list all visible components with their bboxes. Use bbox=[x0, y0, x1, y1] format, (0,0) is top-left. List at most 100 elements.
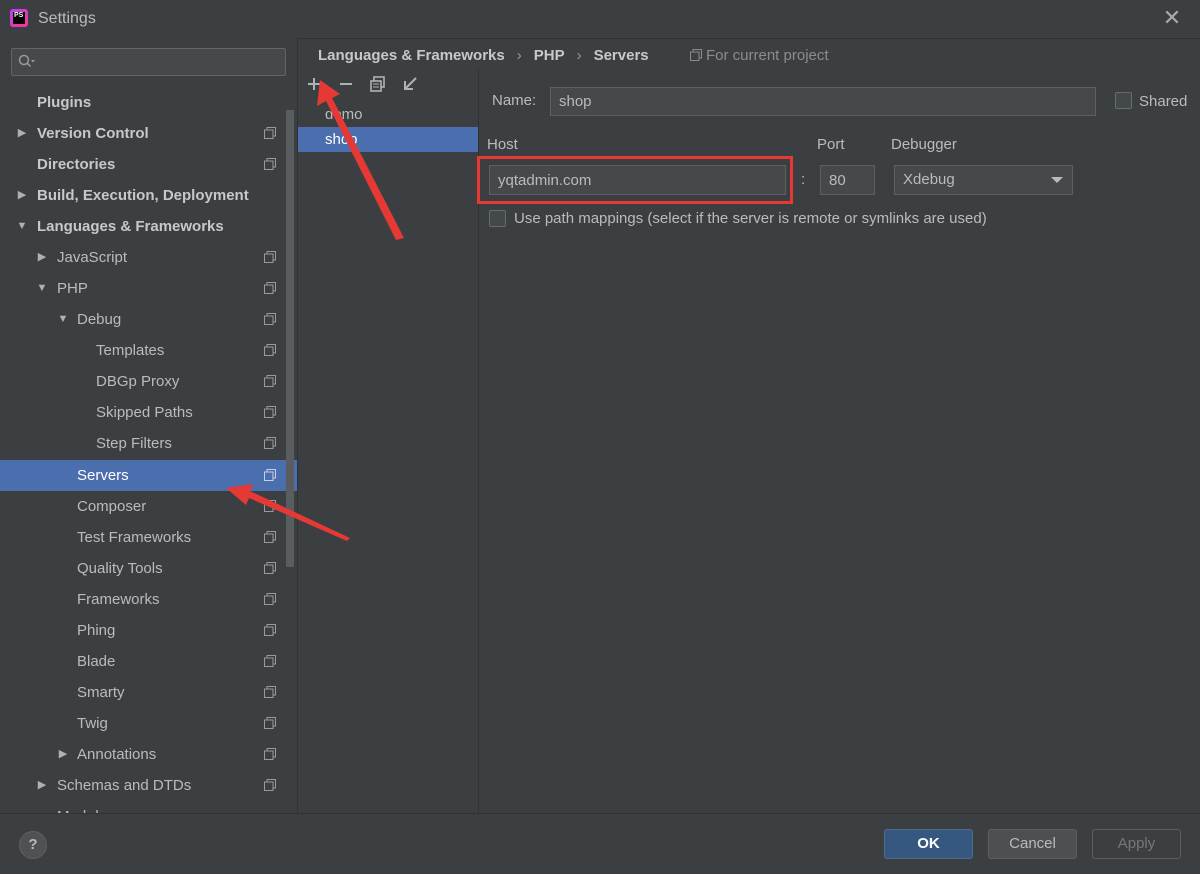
scope-text: For current project bbox=[706, 47, 829, 64]
port-label: Port bbox=[817, 136, 845, 153]
tree-item-label: Schemas and DTDs bbox=[57, 777, 192, 794]
breadcrumb-servers: Servers bbox=[593, 47, 649, 64]
tree-item-phing[interactable]: Phing bbox=[0, 615, 286, 646]
app-icon-text: PS bbox=[13, 12, 25, 24]
remove-icon[interactable] bbox=[335, 73, 357, 95]
tree-item-languages-frameworks[interactable]: ▼ Languages & Frameworks bbox=[0, 211, 286, 242]
tree-item-build-execution-deployment[interactable]: ▶ Build, Execution, Deployment bbox=[0, 180, 286, 211]
project-scope-icon bbox=[264, 624, 276, 636]
tree-item-label: Skipped Paths bbox=[96, 404, 193, 421]
tree-item-label: Blade bbox=[77, 653, 116, 670]
project-scope-icon bbox=[690, 49, 702, 61]
tree-item-quality-tools[interactable]: Quality Tools bbox=[0, 553, 286, 584]
path-mappings-label[interactable]: Use path mappings (select if the server … bbox=[514, 210, 987, 227]
breadcrumb-separator: › bbox=[576, 47, 582, 64]
tree-item-frameworks[interactable]: Frameworks bbox=[0, 584, 286, 615]
tree-scrollbar[interactable] bbox=[286, 110, 294, 567]
ok-button[interactable]: OK bbox=[884, 829, 973, 859]
host-port-separator: : bbox=[801, 171, 806, 188]
expand-arrow-icon[interactable]: ▶ bbox=[35, 242, 49, 273]
import-icon[interactable] bbox=[399, 73, 421, 95]
project-scope-icon bbox=[264, 251, 276, 263]
name-label: Name: bbox=[492, 92, 537, 109]
settings-tree-panel: Plugins ▶ Version Control Directories ▶ … bbox=[0, 38, 298, 813]
port-field[interactable] bbox=[820, 165, 875, 195]
tree-item-schemas-dtds[interactable]: ▶ Schemas and DTDs bbox=[0, 770, 286, 801]
tree-item-skipped-paths[interactable]: Skipped Paths bbox=[0, 397, 286, 428]
tree-item-label: Debug bbox=[77, 311, 122, 328]
tree-item-label: Directories bbox=[37, 156, 116, 173]
tree-item-label: Languages & Frameworks bbox=[37, 218, 224, 235]
expand-arrow-icon[interactable]: ▶ bbox=[56, 739, 70, 770]
project-scope-icon bbox=[264, 469, 276, 481]
tree-item-version-control[interactable]: ▶ Version Control bbox=[0, 118, 286, 149]
tree-item-blade[interactable]: Blade bbox=[0, 646, 286, 677]
tree-item-plugins[interactable]: Plugins bbox=[0, 87, 286, 118]
shared-label[interactable]: Shared bbox=[1139, 93, 1187, 110]
cancel-button[interactable]: Cancel bbox=[988, 829, 1077, 859]
tree-item-javascript[interactable]: ▶ JavaScript bbox=[0, 242, 286, 273]
tree-item-smarty[interactable]: Smarty bbox=[0, 677, 286, 708]
tree-item-label: Test Frameworks bbox=[77, 529, 192, 546]
project-scope-icon bbox=[264, 158, 276, 170]
expand-arrow-icon[interactable]: ▶ bbox=[15, 180, 29, 211]
path-mappings-checkbox[interactable] bbox=[489, 210, 506, 227]
apply-button[interactable]: Apply bbox=[1092, 829, 1181, 859]
project-scope-icon bbox=[264, 593, 276, 605]
shared-checkbox[interactable] bbox=[1115, 92, 1132, 109]
expand-arrow-icon[interactable]: ▶ bbox=[15, 118, 29, 149]
project-scope-icon bbox=[264, 127, 276, 139]
project-scope-icon bbox=[264, 655, 276, 667]
tree-item-debug[interactable]: ▼ Debug bbox=[0, 304, 286, 335]
add-icon[interactable] bbox=[303, 73, 325, 95]
debugger-label: Debugger bbox=[891, 136, 957, 153]
servers-toolbar bbox=[298, 70, 478, 100]
server-list-item-demo[interactable]: demo bbox=[298, 102, 478, 127]
tree-item-php[interactable]: ▼ PHP bbox=[0, 273, 286, 304]
tree-item-markdown[interactable]: Markdown bbox=[0, 801, 286, 813]
tree-item-label: Annotations bbox=[77, 746, 157, 763]
name-field[interactable] bbox=[550, 87, 1096, 116]
help-button[interactable]: ? bbox=[19, 831, 47, 859]
close-icon[interactable]: ✕ bbox=[1160, 6, 1184, 30]
tree-item-dbgp-proxy[interactable]: DBGp Proxy bbox=[0, 366, 286, 397]
tree-item-annotations[interactable]: ▶ Annotations bbox=[0, 739, 286, 770]
project-scope-icon bbox=[264, 779, 276, 791]
project-scope-icon bbox=[264, 282, 276, 294]
project-scope-icon bbox=[264, 344, 276, 356]
tree-item-templates[interactable]: Templates bbox=[0, 335, 286, 366]
tree-item-twig[interactable]: Twig bbox=[0, 708, 286, 739]
breadcrumb-separator: › bbox=[516, 47, 522, 64]
project-scope-icon bbox=[264, 531, 276, 543]
copy-icon[interactable] bbox=[367, 73, 389, 95]
breadcrumb-php: PHP bbox=[533, 47, 565, 64]
tree-item-label: JavaScript bbox=[57, 249, 128, 266]
tree-item-servers[interactable]: Servers bbox=[0, 460, 297, 491]
debugger-dropdown[interactable]: Xdebug bbox=[894, 165, 1073, 195]
tree-item-directories[interactable]: Directories bbox=[0, 149, 286, 180]
breadcrumb: Languages & Frameworks › PHP › Servers bbox=[318, 47, 649, 64]
tree-item-test-frameworks[interactable]: Test Frameworks bbox=[0, 522, 286, 553]
window-title: Settings bbox=[38, 10, 96, 27]
project-scope-icon bbox=[264, 375, 276, 387]
host-label: Host bbox=[487, 136, 518, 153]
tree-item-label: Smarty bbox=[77, 684, 125, 701]
collapse-arrow-icon[interactable]: ▼ bbox=[35, 273, 49, 304]
host-highlight-box bbox=[477, 156, 793, 204]
collapse-arrow-icon[interactable]: ▼ bbox=[15, 211, 29, 242]
project-scope-icon bbox=[264, 313, 276, 325]
tree-item-label: Step Filters bbox=[96, 435, 172, 452]
project-scope-icon bbox=[264, 717, 276, 729]
expand-arrow-icon[interactable]: ▶ bbox=[35, 770, 49, 801]
search-icon bbox=[18, 54, 35, 68]
server-list-item-shop[interactable]: shop bbox=[298, 127, 478, 152]
project-scope-icon bbox=[264, 437, 276, 449]
tree-item-label: Composer bbox=[77, 498, 147, 515]
tree-item-label: Servers bbox=[77, 467, 129, 484]
breadcrumb-languages: Languages & Frameworks bbox=[318, 47, 505, 64]
tree-item-label: Templates bbox=[96, 342, 165, 359]
search-input[interactable] bbox=[11, 48, 286, 76]
collapse-arrow-icon[interactable]: ▼ bbox=[56, 304, 70, 335]
tree-item-step-filters[interactable]: Step Filters bbox=[0, 428, 286, 459]
tree-item-composer[interactable]: Composer bbox=[0, 491, 286, 522]
